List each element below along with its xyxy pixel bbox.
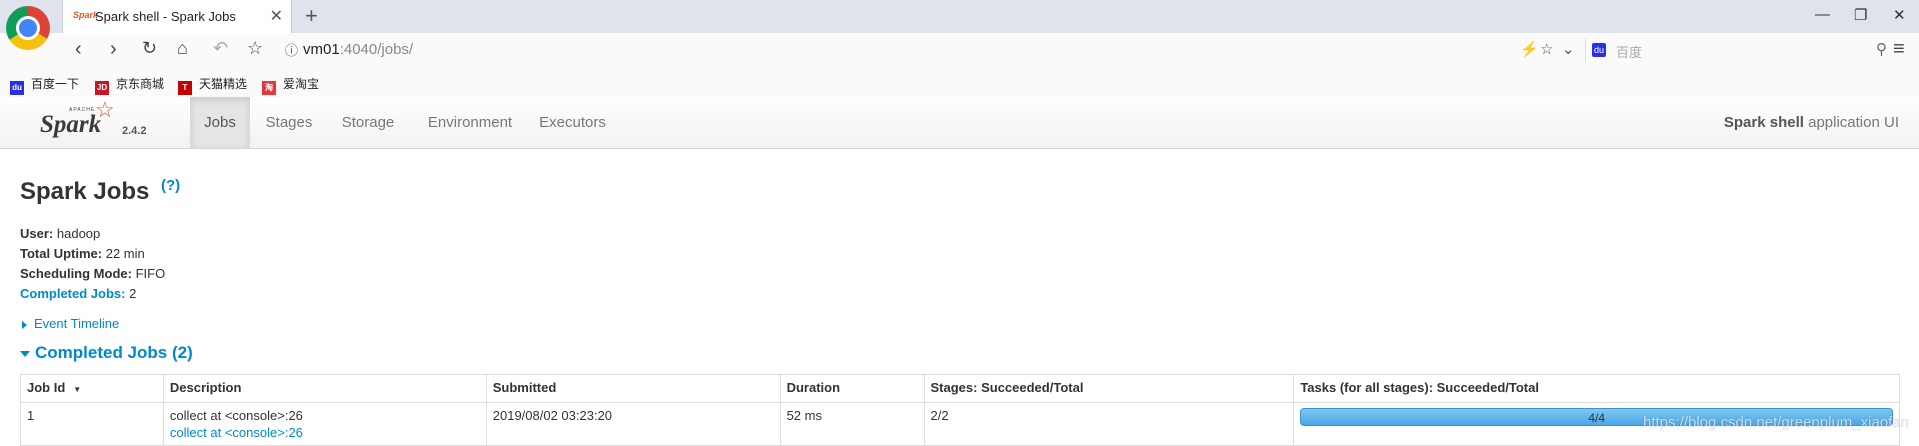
- completed-jobs-count: 2: [129, 286, 137, 301]
- search-placeholder: 百度: [1616, 45, 1643, 60]
- description-cell: collect at <console>:26 collect at <cons…: [162, 402, 487, 446]
- taobao-icon: 淘: [262, 81, 276, 95]
- header-job-id[interactable]: Job Id ▼: [20, 374, 164, 403]
- spark-version: 2.4.2: [122, 125, 147, 137]
- sched-value: FIFO: [135, 266, 166, 281]
- menu-icon[interactable]: ≡: [1893, 38, 1905, 61]
- completed-jobs-link[interactable]: Completed Jobs:: [20, 286, 125, 301]
- header-stages[interactable]: Stages: Succeeded/Total: [923, 374, 1295, 403]
- header-description[interactable]: Description: [162, 374, 487, 403]
- browser-toolbar: ‹ › ↻ ⌂ ↶ ☆ ⓘ vm01:4040/jobs/ ⚡ ☆ ⌄ du 百…: [0, 33, 1919, 68]
- completed-jobs-info: Completed Jobs: 2: [20, 286, 136, 301]
- close-window-icon[interactable]: ✕: [1893, 6, 1906, 24]
- sched-label: Scheduling Mode:: [20, 266, 132, 281]
- uptime-info: Total Uptime: 22 min: [20, 246, 145, 261]
- search-icon[interactable]: ⚲: [1876, 40, 1887, 58]
- uptime-value: 22 min: [105, 246, 145, 261]
- bookmark-star-icon[interactable]: ☆: [247, 38, 263, 59]
- user-value: hadoop: [56, 226, 101, 241]
- user-label: User:: [20, 226, 54, 241]
- bookmarks-bar: du 百度一下 JD 京东商城 T 天猫精选 淘爱淘宝: [0, 67, 1919, 98]
- app-title: Spark shell application UI: [1724, 114, 1899, 131]
- table-row: 1 collect at <console>:26 collect at <co…: [20, 402, 1900, 446]
- spark-star-icon: ☆: [95, 97, 115, 122]
- browser-tab[interactable]: Spark Spark shell - Spark Jobs ✕: [62, 0, 292, 33]
- completed-jobs-heading[interactable]: Completed Jobs (2): [35, 343, 193, 363]
- description-link[interactable]: collect at <console>:26: [170, 425, 480, 440]
- tab-jobs[interactable]: Jobs: [190, 97, 250, 148]
- bookmark-tmall[interactable]: T 天猫精选: [178, 75, 247, 95]
- expand-arrow-icon[interactable]: [22, 321, 27, 329]
- back-icon[interactable]: ‹: [75, 38, 82, 61]
- bookmark-label: 爱淘宝: [283, 77, 320, 91]
- collapse-arrow-icon[interactable]: [20, 351, 30, 357]
- tab-executors[interactable]: Executors: [530, 97, 615, 148]
- baidu-icon: du: [10, 81, 24, 95]
- bookmark-label: 天猫精选: [199, 77, 248, 91]
- tab-title: Spark shell - Spark Jobs: [95, 9, 236, 24]
- tab-environment[interactable]: Environment: [415, 97, 525, 148]
- jd-icon: JD: [95, 81, 109, 95]
- site-info-icon[interactable]: ⓘ: [285, 40, 298, 59]
- sort-desc-icon: ▼: [73, 385, 82, 394]
- search-box[interactable]: du 百度 ⚲: [1585, 38, 1891, 62]
- url-path: :4040/jobs/: [339, 41, 414, 58]
- bookmark-jd[interactable]: JD 京东商城: [95, 75, 164, 95]
- event-timeline-toggle[interactable]: Event Timeline: [34, 316, 119, 331]
- tmall-icon: T: [178, 81, 192, 95]
- restore-icon[interactable]: ❐: [1854, 6, 1867, 24]
- jobs-table: Job Id ▼ Description Submitted Duration S…: [20, 374, 1900, 446]
- header-submitted[interactable]: Submitted: [485, 374, 781, 403]
- browser-logo-icon: [6, 6, 50, 50]
- url-host: vm01: [303, 41, 340, 58]
- submitted-cell: 2019/08/02 03:23:20: [485, 402, 781, 446]
- app-suffix: application UI: [1808, 114, 1899, 131]
- table-header-row: Job Id ▼ Description Submitted Duration S…: [20, 374, 1900, 403]
- spark-navbar: APACHE Spark ☆ 2.4.2 Jobs Stages Storage…: [0, 97, 1919, 149]
- duration-cell: 52 ms: [779, 402, 925, 446]
- user-info: User: hadoop: [20, 226, 100, 241]
- close-tab-icon[interactable]: ✕: [270, 6, 283, 26]
- undo-close-icon[interactable]: ↶: [213, 38, 228, 59]
- new-tab-icon[interactable]: +: [305, 3, 318, 29]
- baidu-search-icon: du: [1592, 43, 1606, 57]
- job-id-cell: 1: [20, 402, 164, 446]
- header-duration[interactable]: Duration: [779, 374, 925, 403]
- description-text: collect at <console>:26: [169, 408, 303, 423]
- tab-stages[interactable]: Stages: [256, 97, 322, 148]
- address-bar[interactable]: vm01:4040/jobs/: [303, 41, 413, 58]
- bookmark-label: 百度一下: [31, 77, 80, 91]
- favorite-star-icon[interactable]: ☆: [1540, 40, 1553, 58]
- bookmark-taobao[interactable]: 淘爱淘宝: [262, 75, 319, 95]
- uptime-label: Total Uptime:: [20, 246, 103, 261]
- watermark: https://blog.csdn.net/greenplum_xiaofan: [1642, 414, 1909, 431]
- tab-storage[interactable]: Storage: [335, 97, 401, 148]
- lightning-icon[interactable]: ⚡: [1520, 40, 1539, 58]
- minimize-icon[interactable]: —: [1815, 6, 1830, 23]
- stages-cell: 2/2: [923, 402, 1295, 446]
- page-title: Spark Jobs: [20, 178, 150, 205]
- bookmark-baidu[interactable]: du 百度一下: [10, 75, 79, 95]
- bookmark-label: 京东商城: [116, 77, 165, 91]
- header-label: Job Id: [27, 380, 66, 395]
- help-link[interactable]: (?): [161, 177, 180, 194]
- home-icon[interactable]: ⌂: [177, 38, 188, 59]
- reload-icon[interactable]: ↻: [142, 38, 157, 59]
- forward-icon[interactable]: ›: [110, 38, 117, 61]
- scheduling-info: Scheduling Mode: FIFO: [20, 266, 165, 281]
- spark-logo[interactable]: Spark: [40, 111, 101, 139]
- browser-titlebar: Spark Spark shell - Spark Jobs ✕ + — ❐ ✕: [0, 0, 1919, 33]
- app-name: Spark shell: [1723, 114, 1804, 131]
- dropdown-icon[interactable]: ⌄: [1562, 40, 1575, 58]
- header-tasks[interactable]: Tasks (for all stages): Succeeded/Total: [1293, 374, 1900, 403]
